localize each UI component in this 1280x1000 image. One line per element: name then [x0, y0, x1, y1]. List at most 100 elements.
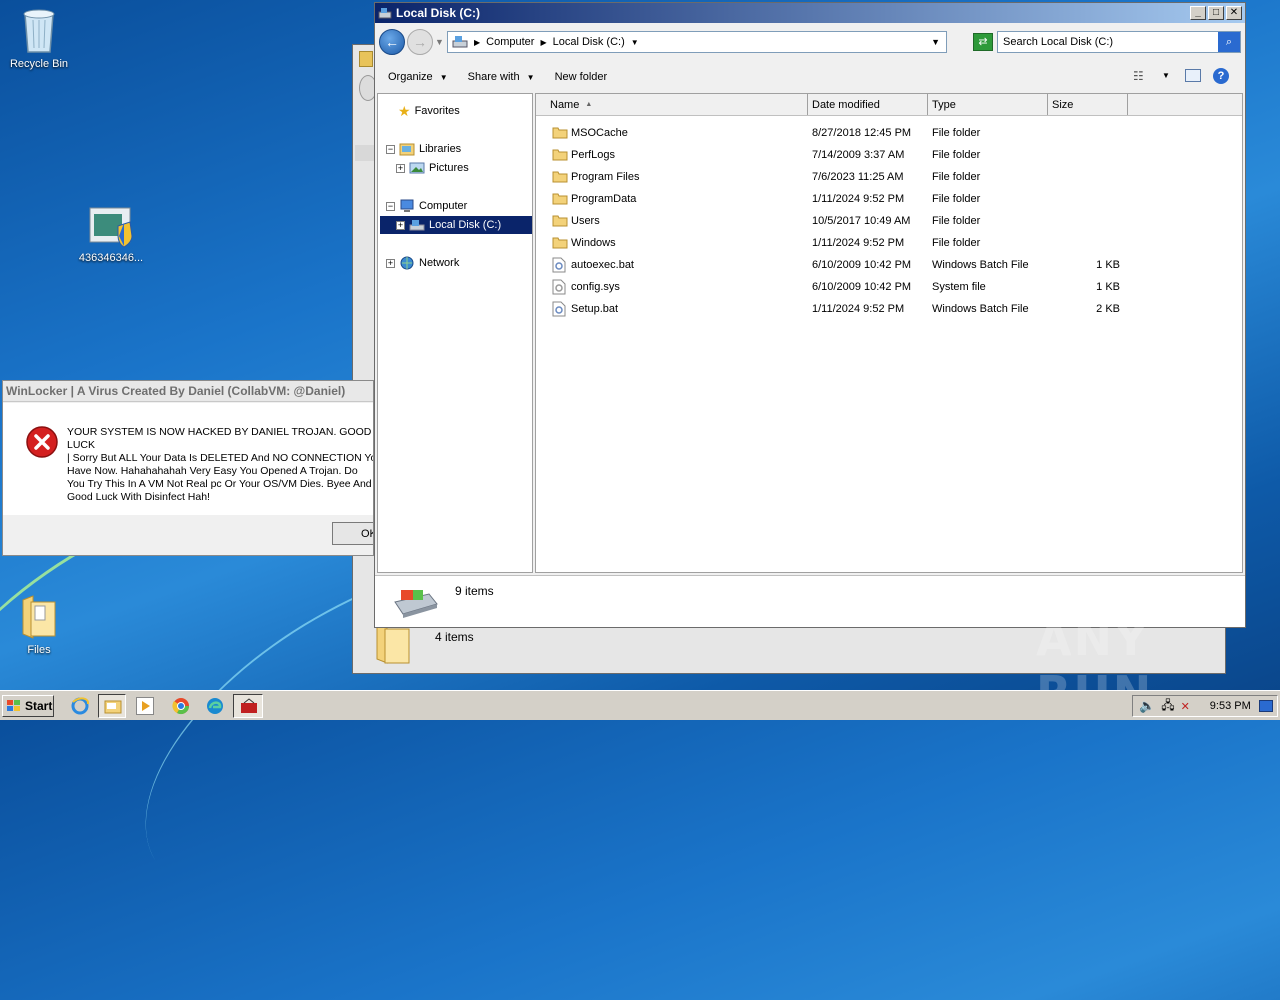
file-row[interactable]: autoexec.bat 6/10/2009 10:42 PM Windows Ba…	[536, 254, 1242, 276]
nav-item-network[interactable]: + Network	[386, 254, 459, 272]
pictures-icon	[409, 162, 425, 174]
folder-icon	[552, 191, 568, 208]
action-center-icon[interactable]: ✕	[1181, 700, 1190, 713]
status-item-count: 4 items	[435, 630, 474, 644]
explorer-window[interactable]: Local Disk (C:) _ □ ✕ ← → ▼ ▶ Computer ▶…	[374, 2, 1246, 628]
network-status-icon[interactable]: 🖧	[1161, 696, 1174, 717]
window-titlebar[interactable]: Local Disk (C:) _ □ ✕	[375, 3, 1245, 23]
chevron-right-icon[interactable]: ▶	[474, 38, 480, 47]
system-file-icon	[552, 279, 566, 298]
nav-item-local-disk[interactable]: + Local Disk (C:)	[380, 216, 532, 234]
collapse-icon[interactable]: −	[386, 144, 395, 154]
expand-icon[interactable]: +	[386, 258, 395, 268]
file-size: 2 KB	[1096, 303, 1120, 315]
chevron-down-icon[interactable]: ▼	[1162, 71, 1170, 80]
breadcrumb-computer[interactable]: Computer	[486, 36, 534, 48]
column-header-name[interactable]: Name ▲	[536, 94, 808, 115]
file-name: config.sys	[571, 281, 620, 293]
chevron-right-icon[interactable]: ▶	[540, 38, 546, 47]
chevron-down-icon[interactable]: ▼	[631, 38, 639, 47]
dialog-titlebar[interactable]: WinLocker | A Virus Created By Daniel (C…	[3, 381, 373, 402]
drive-icon	[452, 36, 468, 48]
organize-menu[interactable]: Organize ▼	[388, 71, 448, 83]
nav-item-pictures[interactable]: + Pictures	[396, 159, 469, 177]
system-tray: 🔈 🖧 ✕ 9:53 PM	[1132, 695, 1278, 717]
file-type: Windows Batch File	[932, 259, 1029, 271]
file-row[interactable]: config.sys 6/10/2009 10:42 PM System file 1…	[536, 276, 1242, 298]
file-date-modified: 10/5/2017 10:49 AM	[812, 215, 911, 227]
file-date-modified: 6/10/2009 10:42 PM	[812, 281, 912, 293]
recent-pages-dropdown[interactable]: ▼	[435, 37, 444, 47]
new-folder-button[interactable]: New folder	[555, 71, 608, 83]
show-desktop-icon[interactable]	[1259, 700, 1273, 712]
minimize-button[interactable]: _	[1190, 6, 1206, 20]
winlocker-taskbar-button[interactable]	[233, 694, 263, 718]
winlocker-dialog[interactable]: WinLocker | A Virus Created By Daniel (C…	[2, 380, 374, 556]
clock[interactable]: 9:53 PM	[1210, 700, 1251, 712]
column-header-size[interactable]: Size	[1048, 94, 1128, 115]
address-bar[interactable]: ▶ Computer ▶ Local Disk (C:) ▼ ▼	[447, 31, 947, 53]
help-icon[interactable]: ?	[1213, 68, 1229, 84]
desktop-icon-files[interactable]: Files	[0, 594, 78, 656]
file-row[interactable]: Setup.bat 1/11/2024 9:52 PM Windows Batch …	[536, 298, 1242, 320]
file-row[interactable]: Program Files 7/6/2023 11:25 AM File folde…	[536, 166, 1242, 188]
file-name: Users	[571, 215, 600, 227]
forward-button[interactable]: →	[407, 29, 433, 55]
file-row[interactable]: Users 10/5/2017 10:49 AM File folder	[536, 210, 1242, 232]
file-row[interactable]: MSOCache 8/27/2018 12:45 PM File folder	[536, 122, 1242, 144]
search-icon[interactable]: ⌕	[1218, 32, 1240, 52]
star-icon: ★	[398, 102, 411, 119]
collapse-icon[interactable]: −	[386, 201, 395, 211]
chrome-icon[interactable]	[171, 696, 191, 716]
file-type: File folder	[932, 171, 981, 183]
file-type: File folder	[932, 127, 981, 139]
preview-pane-icon[interactable]	[1185, 69, 1201, 82]
folder-icon	[359, 51, 373, 67]
drive-icon	[394, 590, 438, 618]
nav-item-computer[interactable]: − Computer	[386, 197, 467, 215]
batch-file-icon	[552, 257, 566, 276]
nav-item-libraries[interactable]: − Libraries	[386, 140, 461, 158]
file-name: PerfLogs	[571, 149, 616, 161]
column-header-type[interactable]: Type	[928, 94, 1048, 115]
refresh-icon[interactable]: ⇄	[973, 33, 993, 51]
expand-icon[interactable]: +	[396, 163, 405, 173]
start-button[interactable]: Start	[2, 694, 54, 717]
computer-icon	[400, 199, 414, 212]
file-type: Windows Batch File	[932, 303, 1029, 315]
file-row[interactable]: Windows 1/11/2024 9:52 PM File folder	[536, 232, 1242, 254]
dialog-title: WinLocker | A Virus Created By Daniel (C…	[6, 384, 346, 398]
ok-button[interactable]: OK	[332, 522, 373, 545]
internet-explorer-icon[interactable]	[70, 696, 90, 716]
column-header-date[interactable]: Date modified	[808, 94, 928, 115]
share-with-menu[interactable]: Share with ▼	[468, 71, 535, 83]
breadcrumb-local-disk[interactable]: Local Disk (C:)	[553, 36, 625, 48]
file-row[interactable]: ProgramData 1/11/2024 9:52 PM File folder	[536, 188, 1242, 210]
folder-icon	[552, 169, 568, 186]
folder-icon	[552, 235, 568, 252]
error-icon	[26, 426, 58, 458]
sort-ascending-icon: ▲	[585, 101, 593, 108]
desktop-icon-recycle-bin[interactable]: Recycle Bin	[0, 6, 78, 70]
media-player-icon[interactable]	[136, 697, 154, 715]
file-row[interactable]: PerfLogs 7/14/2009 3:37 AM File folder	[536, 144, 1242, 166]
edge-icon[interactable]	[205, 696, 225, 716]
address-dropdown-icon[interactable]: ▼	[931, 37, 940, 47]
search-input[interactable]: Search Local Disk (C:) ⌕	[997, 31, 1241, 53]
file-date-modified: 6/10/2009 10:42 PM	[812, 259, 912, 271]
dialog-body: YOUR SYSTEM IS NOW HACKED BY DANIEL TROJ…	[3, 403, 373, 515]
explorer-taskbar-button[interactable]	[98, 694, 126, 718]
maximize-button[interactable]: □	[1208, 6, 1224, 20]
desktop-icon-executable[interactable]: 436346346...	[72, 206, 150, 264]
volume-icon[interactable]: 🔈	[1139, 698, 1155, 714]
nav-item-favorites[interactable]: ★ Favorites	[398, 102, 460, 120]
file-type: File folder	[932, 149, 981, 161]
nav-item	[355, 145, 375, 161]
expand-icon[interactable]: +	[396, 220, 405, 230]
back-button[interactable]: ←	[379, 29, 405, 55]
status-item-count: 9 items	[455, 584, 494, 598]
close-button[interactable]: ✕	[1226, 6, 1242, 20]
navigation-pane: ★ Favorites − Libraries + Pictures − Com…	[377, 93, 533, 573]
view-options-icon[interactable]: ☷	[1133, 69, 1144, 83]
file-date-modified: 1/11/2024 9:52 PM	[812, 193, 905, 205]
